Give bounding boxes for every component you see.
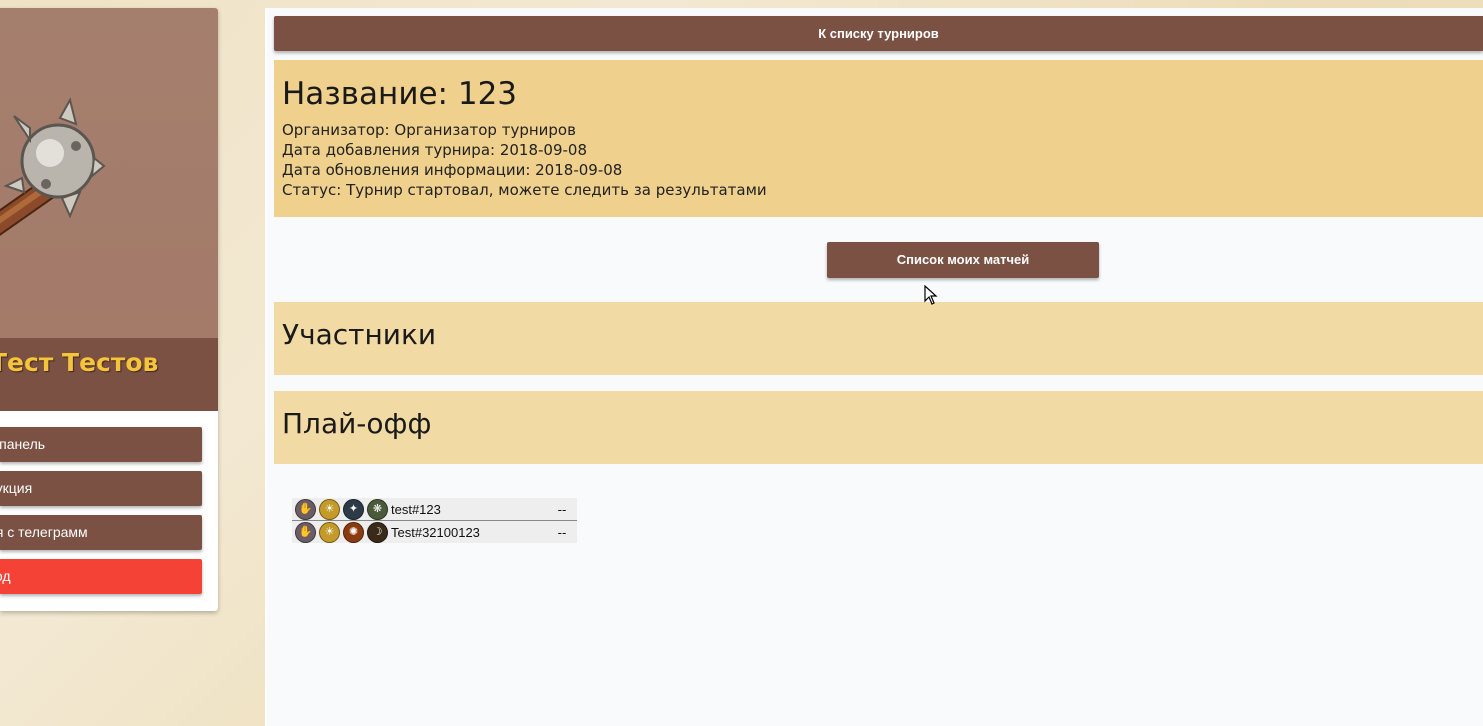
sidebar-button-instruction[interactable]: рукция: [0, 471, 202, 506]
avatar: [0, 8, 218, 338]
hero-icon: ☀: [319, 521, 340, 543]
tournament-organizer: Организатор: Организатор турниров: [282, 121, 576, 139]
hero-icon: ✦: [343, 498, 364, 520]
sidebar-button-telegram[interactable]: ия с телеграмм: [0, 515, 202, 550]
hero-icon: ☽: [367, 521, 388, 543]
mouse-cursor-icon: [924, 285, 938, 305]
sidebar-button-logout[interactable]: ход: [0, 559, 202, 594]
participants-heading[interactable]: Участники: [274, 302, 1483, 375]
user-name: Тест Тестов: [0, 348, 159, 377]
hero-icon: ☀: [319, 498, 340, 520]
tournament-title: Название: 123: [282, 76, 518, 112]
bracket-team-row[interactable]: ✋ ☀ ✦ ❋ test#123 --: [292, 498, 577, 520]
hero-icon: ❋: [367, 498, 388, 520]
hero-icon: ✺: [343, 521, 364, 543]
sidebar-button-panel[interactable]: ь панель: [0, 427, 202, 462]
tournament-status: Статус: Турнир стартовал, можете следить…: [282, 181, 767, 199]
tournament-info-card: Название: 123 Организатор: Организатор т…: [274, 60, 1483, 217]
hero-icon: ✋: [295, 521, 316, 543]
mace-icon: [0, 97, 106, 239]
playoff-heading[interactable]: Плай-офф: [274, 391, 1483, 464]
team-score: --: [557, 524, 567, 540]
playoff-bracket: ✋ ☀ ✦ ❋ test#123 -- ✋ ☀ ✺ ☽ Test#3210012…: [292, 498, 577, 543]
my-matches-button[interactable]: Список моих матчей: [827, 242, 1099, 278]
bracket-team-row[interactable]: ✋ ☀ ✺ ☽ Test#32100123 --: [292, 520, 577, 543]
tournament-date-updated: Дата обновления информации: 2018-09-08: [282, 161, 623, 179]
tournament-date-added: Дата добавления турнира: 2018-09-08: [282, 141, 588, 159]
team-score: --: [557, 501, 567, 517]
team-name: test#123: [391, 501, 441, 517]
team-name: Test#32100123: [391, 524, 480, 540]
hero-icon: ✋: [295, 498, 316, 520]
back-to-tournaments-button[interactable]: К списку турниров: [274, 16, 1483, 51]
